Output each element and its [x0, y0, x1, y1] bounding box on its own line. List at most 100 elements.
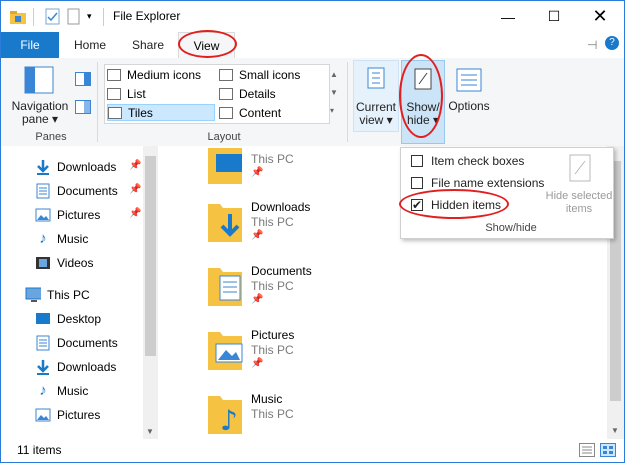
pin-icon[interactable]: 📌: [129, 208, 141, 219]
nav-item-label: Music: [57, 384, 89, 398]
hidden-items-option[interactable]: ✔ Hidden items: [411, 196, 501, 214]
options-icon[interactable]: [455, 66, 483, 94]
tile-downloads[interactable]: Downloads This PC 📌: [206, 200, 386, 256]
status-bar: 11 items: [1, 439, 624, 462]
nav-item-downloads[interactable]: Downloads: [35, 157, 116, 177]
hidden-items-checkbox[interactable]: ✔: [411, 199, 423, 211]
layout-medium-icons[interactable]: Medium icons: [107, 66, 215, 83]
layout-item-label: Small icons: [239, 67, 301, 82]
svg-text:♪: ♪: [220, 404, 238, 436]
download-arrow-icon: [37, 160, 49, 175]
layout-content[interactable]: Content: [219, 104, 325, 121]
item-check-boxes-option[interactable]: Item check boxes: [411, 152, 524, 170]
layout-item-label: Content: [239, 105, 282, 120]
current-view-label: Current view ▾: [355, 100, 396, 127]
nav-scroll-down-icon[interactable]: ▼: [146, 427, 154, 436]
tab-home[interactable]: Home: [74, 32, 106, 58]
tiles-icon: [108, 106, 122, 119]
folder-desktop-icon: [208, 148, 242, 184]
nav-item-pictures[interactable]: Pictures: [35, 205, 100, 225]
panes-group-label: Panes: [35, 131, 67, 143]
nav-item-pc-music[interactable]: ♪ Music: [35, 381, 88, 401]
nav-item-documents[interactable]: Documents: [35, 181, 118, 201]
layout-list[interactable]: List: [107, 85, 215, 102]
show-hide-icon: [414, 68, 432, 90]
options-button[interactable]: Options: [445, 100, 493, 113]
current-view-button[interactable]: Current view ▾: [353, 60, 399, 132]
file-name-extensions-checkbox[interactable]: [411, 177, 423, 189]
download-arrow-icon: [37, 360, 49, 375]
layout-tiles[interactable]: Tiles: [107, 104, 215, 121]
minimize-icon[interactable]: —: [485, 1, 531, 32]
layout-item-label: Details: [239, 86, 276, 101]
pin-icon[interactable]: 📌: [129, 184, 141, 195]
nav-item-label: Documents: [57, 336, 118, 350]
tile-documents[interactable]: Documents This PC 📌: [206, 264, 386, 320]
layout-item-label: Medium icons: [127, 67, 202, 82]
music-note-icon: ♪: [39, 230, 47, 247]
tile-location: This PC: [251, 152, 294, 166]
nav-item-music[interactable]: ♪ Music: [35, 229, 88, 249]
customize-quick-access-icon[interactable]: ▾: [87, 11, 92, 29]
option-label: Hidden items: [431, 198, 502, 212]
tile-name: Downloads: [251, 200, 311, 214]
nav-item-pc-pictures[interactable]: Pictures: [35, 405, 100, 425]
large-icons-view-icon[interactable]: [600, 443, 616, 457]
nav-item-pc-documents[interactable]: Documents: [35, 333, 118, 353]
navigation-pane-button[interactable]: Navigation pane ▾: [9, 100, 71, 126]
desktop-icon: [36, 313, 50, 324]
nav-scroll-thumb[interactable]: [145, 156, 156, 356]
tab-file[interactable]: File: [1, 32, 59, 58]
nav-item-desktop[interactable]: Desktop: [35, 309, 101, 329]
details-icon: [219, 87, 233, 100]
tile-name: Documents: [251, 264, 312, 278]
layout-scroll-arrows[interactable]: ▲ ▼ ▾: [330, 66, 338, 120]
details-view-icon[interactable]: [579, 443, 595, 457]
option-label: File name extensions: [431, 176, 545, 190]
tile-location: This PC: [251, 343, 294, 357]
maximize-icon[interactable]: ☐: [531, 1, 577, 32]
details-pane-icon[interactable]: [75, 100, 91, 114]
new-folder-icon[interactable]: [67, 8, 81, 26]
close-icon[interactable]: ✕: [577, 1, 623, 32]
nav-item-label: Desktop: [57, 312, 102, 326]
show-hide-dropdown: Item check boxes File name extensions ✔ …: [400, 147, 614, 239]
help-icon[interactable]: ?: [605, 36, 619, 50]
item-check-boxes-checkbox[interactable]: [411, 155, 423, 167]
content-icon: [219, 106, 233, 119]
pin-ribbon-icon[interactable]: ⊣: [587, 38, 597, 52]
show-hide-group-label: Show/hide: [485, 222, 537, 234]
ribbon-tab-bar: File Home Share View ⊣ ?: [1, 32, 624, 59]
tab-share[interactable]: Share: [132, 32, 164, 58]
item-count: 11 items: [17, 443, 62, 457]
folder-home-icon[interactable]: [9, 8, 27, 26]
nav-item-pc-downloads[interactable]: Downloads: [35, 357, 116, 377]
tab-view[interactable]: View: [178, 32, 235, 59]
layout-small-icons[interactable]: Small icons: [219, 66, 325, 83]
current-view-icon: [367, 67, 385, 89]
pin-icon: 📌: [251, 294, 264, 305]
properties-icon[interactable]: [45, 8, 61, 26]
navigation-pane-icon[interactable]: [24, 66, 54, 94]
folder-music-icon: ♪: [208, 396, 242, 436]
document-icon: [36, 335, 50, 351]
nav-item-this-pc[interactable]: This PC: [25, 285, 90, 305]
small-icons-icon: [219, 68, 233, 81]
layout-details[interactable]: Details: [219, 85, 325, 102]
pin-icon[interactable]: 📌: [129, 160, 141, 171]
show-hide-button[interactable]: Show/hide ▾: [401, 60, 445, 144]
picture-icon: [35, 208, 51, 222]
tab-view-label: View: [193, 39, 220, 53]
tile-pictures[interactable]: Pictures This PC 📌: [206, 328, 386, 384]
hide-selected-items-icon[interactable]: [569, 154, 591, 182]
preview-pane-icon[interactable]: [75, 72, 91, 86]
nav-item-videos[interactable]: Videos: [35, 253, 93, 273]
nav-item-label: Pictures: [57, 208, 101, 222]
layout-gallery: Medium icons Small icons List Details Ti…: [104, 64, 330, 124]
ribbon-separator: [347, 62, 348, 142]
option-label: Item check boxes: [431, 154, 525, 168]
tile-desktop[interactable]: This PC 📌: [206, 142, 386, 198]
hide-selected-items-button[interactable]: Hide selected items: [541, 190, 617, 216]
file-name-extensions-option[interactable]: File name extensions: [411, 174, 544, 192]
content-scroll-down-icon[interactable]: ▼: [611, 426, 619, 435]
